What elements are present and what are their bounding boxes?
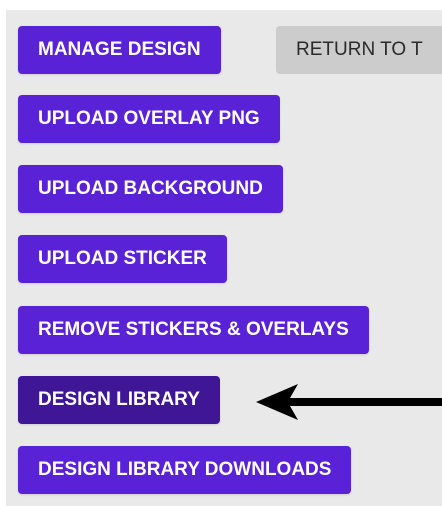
remove-stickers-overlays-button[interactable]: REMOVE STICKERS & OVERLAYS [18, 306, 369, 354]
upload-sticker-button[interactable]: UPLOAD STICKER [18, 235, 227, 283]
manage-design-button[interactable]: MANAGE DESIGN [18, 26, 221, 74]
return-to-button[interactable]: RETURN TO T [276, 26, 442, 74]
left-arrow-icon [256, 384, 442, 420]
design-library-button[interactable]: DESIGN LIBRARY [18, 376, 220, 424]
button-panel: MANAGE DESIGN RETURN TO T UPLOAD OVERLAY… [6, 10, 442, 506]
upload-overlay-png-button[interactable]: UPLOAD OVERLAY PNG [18, 95, 280, 143]
upload-background-button[interactable]: UPLOAD BACKGROUND [18, 165, 283, 213]
design-library-downloads-button[interactable]: DESIGN LIBRARY DOWNLOADS [18, 446, 352, 494]
